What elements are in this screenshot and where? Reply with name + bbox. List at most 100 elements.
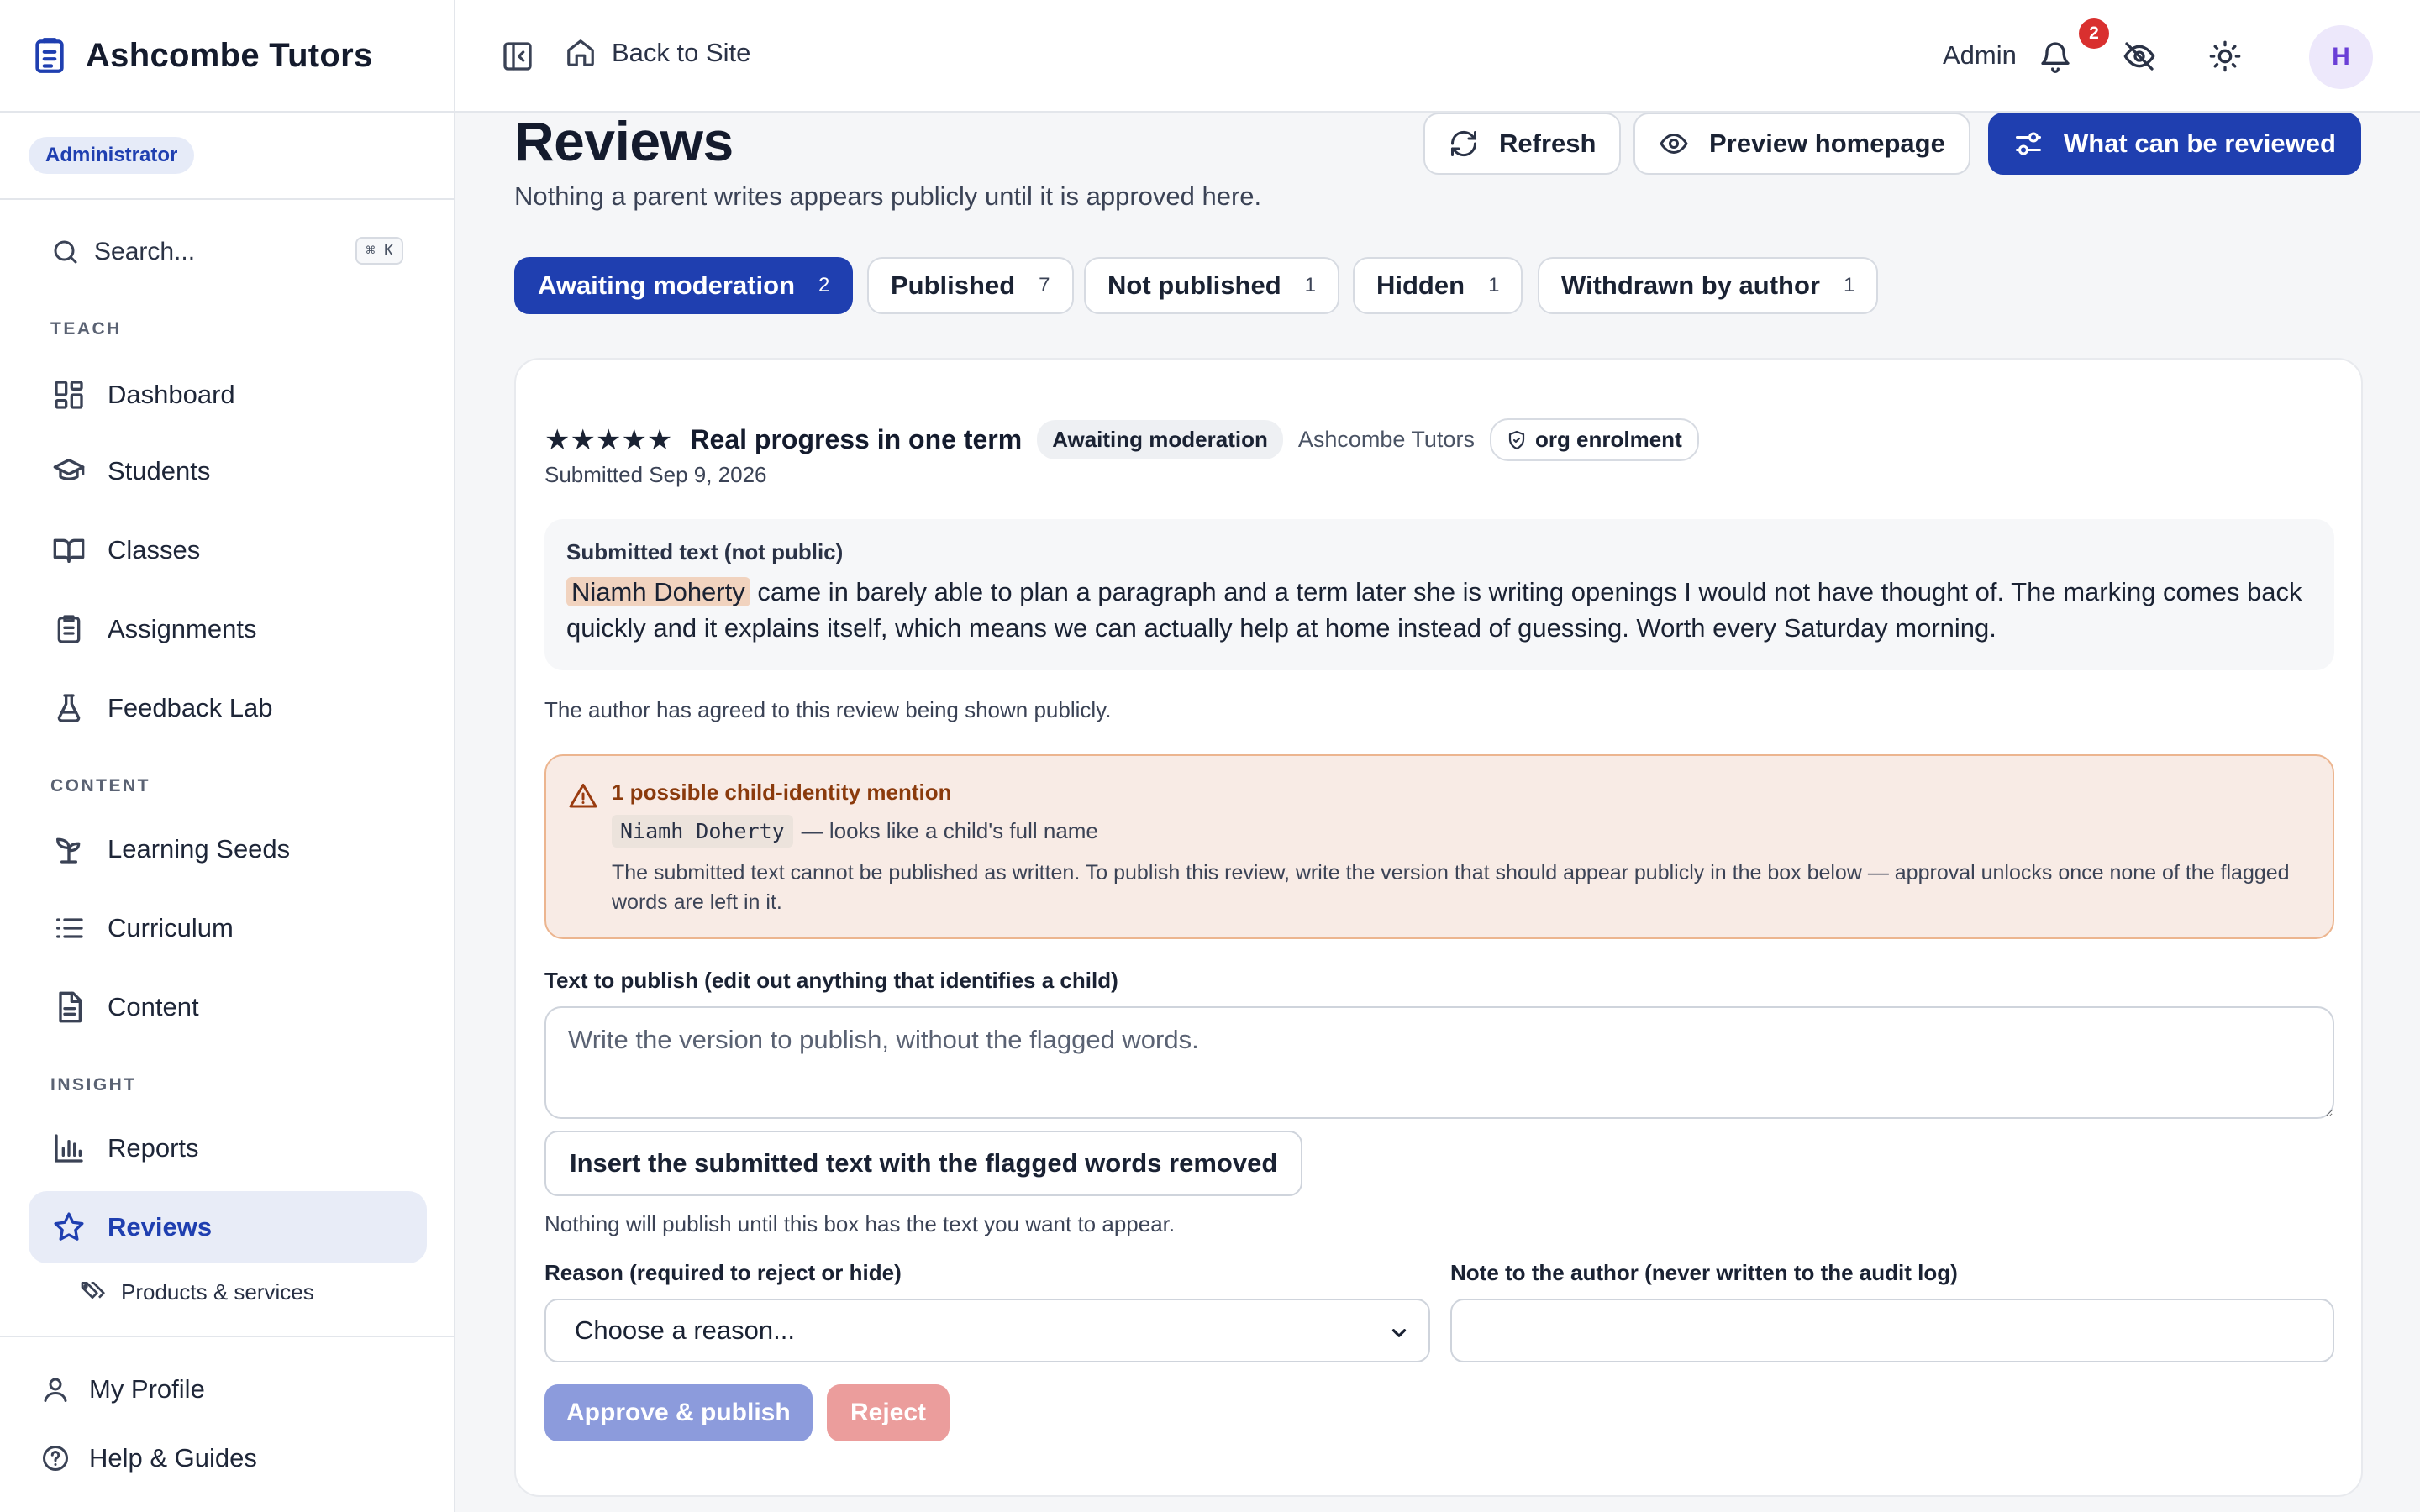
section-teach: TEACH [50,319,122,339]
flagged-word-chip: Niamh Doherty [612,815,793,848]
sidebar-item-label: Assignments [108,614,257,643]
clipboard-icon [52,612,86,646]
sidebar-toggle-icon[interactable] [501,39,534,73]
sidebar-item-label: Reports [108,1133,199,1163]
avatar[interactable]: H [2309,25,2373,89]
back-to-site-link[interactable]: Back to Site [565,37,750,69]
list-icon [52,911,86,945]
tab-count: 2 [818,274,830,297]
shield-check-icon [1507,430,1527,450]
sidebar-item-curriculum[interactable]: Curriculum [29,892,427,964]
graduation-cap-icon [52,454,86,488]
submitted-text-label: Submitted text (not public) [566,539,844,564]
reason-select[interactable]: Choose a reason... [544,1299,1430,1362]
role-section: Administrator [0,113,454,200]
sidebar-item-label: Dashboard [108,380,235,409]
tab-not-published[interactable]: Not published 1 [1084,257,1340,314]
consent-note: The author has agreed to this review bei… [544,697,1112,722]
help-circle-icon [40,1443,71,1473]
search-shortcut: ⌘ K [355,237,403,265]
back-to-site-label: Back to Site [612,38,751,67]
brand[interactable]: Ashcombe Tutors [0,0,454,113]
sidebar-item-label: Content [108,992,199,1021]
eye-off-icon[interactable] [2123,39,2156,73]
tab-count: 1 [1304,274,1317,297]
notification-badge: 2 [2079,18,2109,49]
sidebar-subitem-products-services[interactable]: Products & services [79,1278,314,1305]
preview-homepage-label: Preview homepage [1709,129,1945,158]
eye-icon [1659,129,1689,159]
source-label: org enrolment [1534,427,1682,452]
note-label: Note to the author (never written to the… [1450,1260,1958,1285]
tab-withdrawn-by-author[interactable]: Withdrawn by author 1 [1538,257,1879,314]
sidebar-item-dashboard[interactable]: Dashboard [29,359,427,431]
home-icon [565,37,597,69]
sidebar-item-my-profile[interactable]: My Profile [40,1374,205,1404]
search-label: Search... [94,238,196,265]
tab-published[interactable]: Published 7 [867,257,1074,314]
publish-text-input[interactable] [544,1006,2334,1119]
review-org: Ashcombe Tutors [1297,427,1475,452]
admin-label[interactable]: Admin [1943,40,2017,71]
sidebar-item-help-guides[interactable]: Help & Guides [40,1443,257,1473]
flask-icon [52,691,86,725]
tab-count: 7 [1039,274,1050,297]
brand-name: Ashcombe Tutors [86,36,373,74]
sidebar-item-label: Classes [108,535,201,564]
reject-button[interactable]: Reject [827,1384,950,1441]
status-badge: Awaiting moderation [1037,420,1283,459]
sidebar-item-label: Reviews [108,1212,213,1242]
sidebar-item-label: Students [108,456,211,486]
approve-publish-button[interactable]: Approve & publish [544,1384,813,1441]
review-card: ★★★★★ Real progress in one term Awaiting… [514,358,2363,1497]
tab-label: Hidden [1376,270,1465,300]
book-open-icon [52,533,86,567]
sidebar-item-classes[interactable]: Classes [29,514,427,586]
submitted-text: Niamh Doherty came in barely able to pla… [566,574,2312,646]
flagged-word-note: — looks like a child's full name [801,818,1098,843]
note-to-author-input[interactable] [1450,1299,2334,1362]
warning-description: The submitted text cannot be published a… [612,861,2290,914]
flagged-name-highlight: Niamh Doherty [566,577,750,606]
rating-stars: ★★★★★ [544,423,673,456]
review-header: ★★★★★ Real progress in one term Awaiting… [544,418,1714,461]
sidebar: Ashcombe Tutors Administrator Search... … [0,0,455,1512]
sidebar-item-content[interactable]: Content [29,971,427,1043]
reason-select-value: Choose a reason... [575,1315,795,1345]
what-can-be-reviewed-button[interactable]: What can be reviewed [1988,113,2361,175]
reason-label: Reason (required to reject or hide) [544,1260,902,1285]
sidebar-item-feedback-lab[interactable]: Feedback Lab [29,672,427,744]
preview-homepage-button[interactable]: Preview homepage [1634,113,1970,175]
tab-awaiting-moderation[interactable]: Awaiting moderation 2 [514,257,854,314]
sidebar-item-label: Feedback Lab [108,693,273,722]
bell-icon[interactable] [2039,39,2072,73]
tab-label: Withdrawn by author [1561,270,1820,300]
sidebar-item-assignments[interactable]: Assignments [29,593,427,665]
clipboard-list-icon [29,34,71,76]
sidebar-item-reports[interactable]: Reports [29,1112,427,1184]
section-insight: INSIGHT [50,1075,137,1095]
refresh-button[interactable]: Refresh [1423,113,1622,175]
tab-hidden[interactable]: Hidden 1 [1353,257,1523,314]
sidebar-search[interactable]: Search... ⌘ K [29,225,425,279]
sidebar-item-label: My Profile [89,1374,205,1404]
warning-title: 1 possible child-identity mention [612,780,952,805]
sidebar-item-students[interactable]: Students [29,435,427,507]
sidebar-item-label: Curriculum [108,913,234,942]
star-rating: ★★★★★ [544,423,673,457]
sidebar-subitem-label: Products & services [121,1278,314,1305]
bar-chart-icon [52,1131,86,1165]
what-can-be-reviewed-label: What can be reviewed [2064,129,2336,158]
sidebar-item-label: Learning Seeds [108,834,291,864]
tab-count: 1 [1488,274,1500,297]
sun-icon[interactable] [2208,39,2242,73]
sidebar-item-reviews[interactable]: Reviews [29,1191,427,1263]
sprout-icon [52,832,86,866]
submitted-text-box: Submitted text (not public) Niamh Dohert… [544,519,2334,670]
insert-redacted-text-button[interactable]: Insert the submitted text with the flagg… [544,1131,1303,1196]
source-badge: org enrolment [1489,418,1699,461]
user-icon [40,1374,71,1404]
sliders-icon [2013,129,2044,159]
sidebar-item-learning-seeds[interactable]: Learning Seeds [29,813,427,885]
role-badge: Administrator [29,137,195,174]
